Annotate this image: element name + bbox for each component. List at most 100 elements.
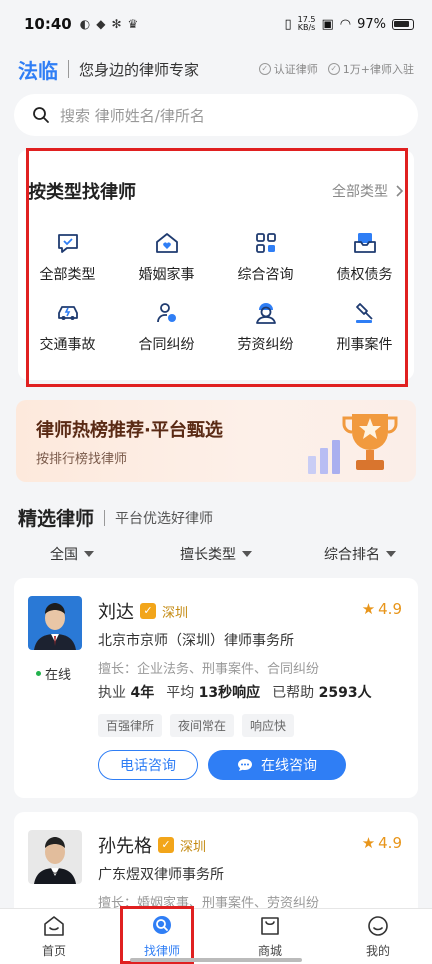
lawyer-name: 刘达	[98, 602, 134, 623]
search-input[interactable]: 搜索 律师姓名/律所名	[14, 94, 418, 136]
worker-icon	[255, 303, 276, 324]
filter-specialty[interactable]: 擅长类型	[144, 542, 288, 566]
status-icons: ▯ 17.5 KB/s ▣ ◠ 97%	[284, 16, 414, 32]
lawyer-name-row: 孙先格 ✓ 深圳	[98, 832, 206, 858]
home-icon	[44, 916, 64, 936]
net-speed: 17.5 KB/s	[297, 15, 316, 32]
grid-icon	[255, 233, 276, 253]
type-criminal[interactable]: 刑事案件	[315, 300, 414, 354]
filter-bar: 全国 擅长类型 综合排名	[0, 542, 432, 566]
ranking-banner[interactable]: 律师热榜推荐·平台甄选 按排行榜找律师	[16, 400, 416, 482]
brand-logo: 法临	[18, 58, 58, 83]
clock: 10:40	[24, 15, 72, 33]
section-title: 按类型找律师	[28, 182, 136, 203]
verified-badge: ✓ 认证律师	[258, 61, 318, 77]
trophy-icon	[308, 414, 398, 474]
star-icon: ★	[361, 600, 376, 618]
avatar	[28, 830, 82, 884]
search-icon	[33, 107, 49, 123]
lawyer-city: 深圳	[162, 605, 189, 621]
lawyer-name: 孙先格	[98, 836, 152, 857]
type-labor[interactable]: 劳资纠纷	[216, 300, 315, 354]
check-circle-icon: ✓	[327, 63, 340, 75]
chevron-right-icon	[396, 185, 404, 197]
money-box-icon	[353, 233, 376, 253]
tab-me[interactable]: 我的	[324, 909, 432, 964]
contract-hand-icon	[156, 303, 176, 323]
tab-shop[interactable]: 商城	[216, 909, 324, 964]
avatar-photo	[28, 596, 82, 650]
type-debt[interactable]: 债权债务	[315, 230, 414, 284]
trust-badges: ✓ 认证律师 ✓ 1万+律师入驻	[258, 61, 414, 77]
lawyer-tags: 百强律所 夜间常在 响应快	[98, 714, 295, 737]
lawyer-stats: 执业 4年 平均 13秒响应 已帮助 2593人	[98, 682, 372, 702]
avatar	[28, 596, 82, 650]
notification-icons: ◐ ◆ ✻ ♛	[80, 17, 139, 31]
law-firm: 广东煜双律师事务所	[98, 867, 224, 883]
tab-find-lawyer[interactable]: 找律师	[108, 909, 216, 964]
online-status: 在线	[36, 664, 71, 683]
app-header: 法临 您身边的律师专家 ✓ 认证律师 ✓ 1万+律师入驻	[0, 48, 432, 90]
featured-title: 精选律师	[18, 508, 95, 530]
type-contract[interactable]: 合同纠纷	[117, 300, 216, 354]
filter-region[interactable]: 全国	[0, 542, 144, 566]
lawyer-city: 深圳	[180, 839, 207, 855]
phone-consult-button[interactable]: 电话咨询	[98, 750, 198, 780]
smile-icon	[368, 916, 388, 936]
slogan: 您身边的律师专家	[79, 60, 200, 79]
search-bubble-icon	[153, 916, 171, 934]
featured-header: 精选律师 平台优选好律师	[18, 504, 213, 531]
lawyer-types-header: 按类型找律师 全部类型	[18, 150, 414, 204]
verified-icon: ✓	[158, 837, 174, 853]
count-badge: ✓ 1万+律师入驻	[327, 61, 414, 77]
lawyer-specialty: 擅长：企业法务、刑事案件、合同纠纷	[98, 662, 320, 677]
lawyer-rating: ★ 4.9	[361, 600, 402, 618]
chat-check-icon	[57, 234, 78, 253]
divider	[68, 60, 69, 78]
banner-subtitle: 按排行榜找律师	[36, 452, 128, 467]
type-traffic[interactable]: 交通事故	[18, 300, 117, 354]
tag: 百强律所	[98, 714, 163, 737]
vibrate-icon: ▯	[284, 16, 292, 32]
type-all[interactable]: 全部类型	[18, 230, 117, 284]
notification-app-icon: ◐	[79, 17, 91, 31]
caret-down-icon	[242, 551, 252, 557]
notification-app-icon: ◆	[96, 17, 106, 31]
avatar-photo	[28, 830, 82, 884]
tag: 响应快	[242, 714, 295, 737]
home-heart-icon	[155, 233, 178, 253]
verified-icon: ✓	[140, 603, 156, 619]
all-types-link[interactable]: 全部类型	[332, 181, 404, 201]
tab-home[interactable]: 首页	[0, 909, 108, 964]
home-indicator[interactable]	[130, 958, 302, 962]
lawyer-card[interactable]: 在线 刘达 ✓ 深圳 ★ 4.9 北京市京师（深圳）律师事务所 擅长：企业法务、刑…	[14, 578, 418, 798]
lawyer-name-row: 刘达 ✓ 深圳	[98, 598, 188, 624]
lawyer-rating: ★ 4.9	[361, 834, 402, 852]
gavel-icon	[355, 303, 373, 323]
car-icon	[57, 306, 78, 320]
crown-icon: ♛	[127, 17, 139, 31]
lawyer-types-panel: 按类型找律师 全部类型 全部类型 婚姻家事 综合咨询 债权债务 交通事故 合同纠…	[18, 150, 414, 380]
featured-subtitle: 平台优选好律师	[115, 510, 214, 527]
shop-bag-icon	[261, 917, 279, 935]
lawyer-type-grid: 全部类型 婚姻家事 综合咨询 债权债务 交通事故 合同纠纷 劳资纠纷 刑事案件	[18, 204, 414, 354]
type-general[interactable]: 综合咨询	[216, 230, 315, 284]
stat-helped: 已帮助 2593人	[272, 685, 372, 701]
bottom-tab-bar: 首页 找律师 商城 我的	[0, 908, 432, 964]
online-consult-button[interactable]: 在线咨询	[208, 750, 346, 780]
online-dot	[36, 671, 41, 676]
caret-down-icon	[84, 551, 94, 557]
law-firm: 北京市京师（深圳）律师事务所	[98, 633, 294, 649]
sim-icon: ▣	[321, 16, 334, 32]
tag: 夜间常在	[170, 714, 235, 737]
chat-bubble-icon	[238, 759, 252, 771]
type-marriage[interactable]: 婚姻家事	[117, 230, 216, 284]
notification-app-icon: ✻	[111, 17, 122, 31]
divider	[104, 509, 106, 526]
filter-sort[interactable]: 综合排名	[288, 542, 432, 566]
status-bar: 10:40 ◐ ◆ ✻ ♛ ▯ 17.5 KB/s ▣ ◠ 97%	[0, 0, 432, 48]
battery-percent: 97%	[357, 16, 386, 32]
caret-down-icon	[386, 551, 396, 557]
star-icon: ★	[361, 834, 376, 852]
battery-icon	[392, 18, 414, 30]
